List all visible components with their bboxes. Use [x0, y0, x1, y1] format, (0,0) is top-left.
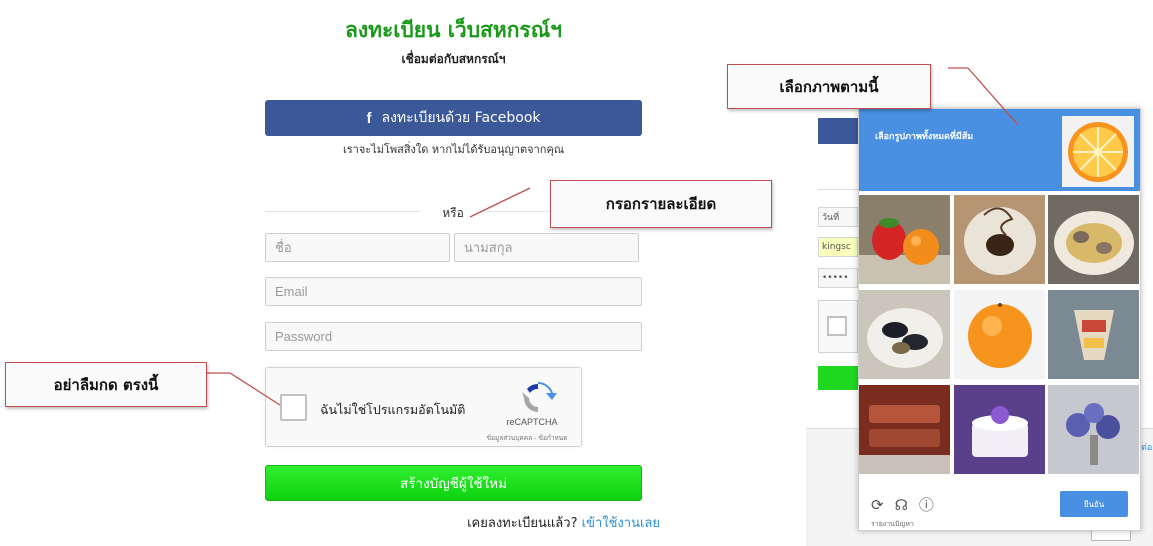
facebook-icon: f [366, 109, 372, 127]
page-title: ลงทะเบียน เว็บสหกรณ์ฯ [345, 18, 562, 42]
tile-strawberries-orange[interactable] [859, 195, 950, 284]
background-username-field: kingsc [818, 237, 858, 257]
facebook-privacy-note: เราจะไม่โพสสิ่งใด หากไม่ได้รับอนุญาตจากค… [342, 143, 565, 156]
last-name-input[interactable]: นามสกุล [454, 233, 639, 262]
orange-sample-image [1062, 116, 1134, 187]
tile-chocolate-dessert[interactable] [954, 195, 1045, 284]
callout-select-images: เลือกภาพตามนี้ [727, 64, 931, 109]
background-divider [818, 189, 858, 190]
background-recaptcha-checkbox [827, 316, 847, 336]
password-input[interactable]: Password [265, 322, 642, 351]
tile-clam-pasta[interactable] [1048, 195, 1139, 284]
tile-parfait-dessert[interactable] [1048, 290, 1139, 379]
email-input[interactable]: Email [265, 277, 642, 306]
tile-mussels-dish[interactable] [859, 290, 950, 379]
callout-press-here: อย่าลืมกด ตรงนี้ [5, 362, 207, 407]
info-icon[interactable]: ⓘ [919, 494, 934, 515]
recaptcha-widget: ฉันไม่ใช่โปรแกรมอัตโนมัติ reCAPTCHA ข้อม… [265, 367, 582, 447]
verify-button[interactable]: ยืนยัน [1060, 491, 1128, 517]
login-prompt-row: เคยลงทะเบียนแล้ว? เข้าใช้งานเลย [360, 512, 660, 533]
login-prompt-text: เคยลงทะเบียนแล้ว? [467, 516, 578, 531]
tile-grilled-meat[interactable] [859, 385, 950, 474]
challenge-toolbar: ⟳ ☊ ⓘ [871, 494, 934, 515]
first-name-input[interactable]: ชื่อ [265, 233, 450, 262]
tile-orange[interactable] [954, 290, 1045, 379]
background-date-field: วันที่ [818, 207, 858, 227]
recaptcha-brand: reCAPTCHA [506, 417, 558, 427]
background-recaptcha [818, 300, 858, 353]
background-facebook-button [818, 118, 858, 144]
recaptcha-privacy-links[interactable]: ข้อมูลส่วนบุคคล - ข้อกำหนด [472, 433, 582, 443]
background-edge-text: ต่อ [1141, 443, 1153, 453]
recaptcha-checkbox[interactable] [280, 394, 307, 421]
create-account-button[interactable]: สร้างบัญชีผู้ใช้ใหม่ [265, 465, 642, 501]
facebook-register-label: ลงทะเบียนด้วย Facebook [381, 110, 541, 126]
or-label: หรือ [420, 204, 486, 223]
recaptcha-image-challenge: เลือกรูปภาพทั้งหมดที่มีส้ม ⟳ ☊ ⓘ รายงานป… [858, 108, 1141, 531]
tile-flower-centerpiece[interactable] [1048, 385, 1139, 474]
challenge-instruction: เลือกรูปภาพทั้งหมดที่มีส้ม [875, 132, 974, 142]
challenge-header: เลือกรูปภาพทั้งหมดที่มีส้ม [859, 109, 1140, 191]
facebook-register-button[interactable]: f ลงทะเบียนด้วย Facebook [265, 100, 642, 136]
background-password-field: ••••• [818, 268, 858, 288]
challenge-image-grid [859, 195, 1140, 474]
tile-purple-cake[interactable] [954, 385, 1045, 474]
report-problem-link[interactable]: รายงานปัญหา [871, 519, 914, 530]
headphones-icon[interactable]: ☊ [895, 496, 908, 514]
recaptcha-label: ฉันไม่ใช่โปรแกรมอัตโนมัติ [320, 402, 466, 417]
page-subtitle: เชื่อมต่อกับสหกรณ์ฯ [401, 52, 506, 66]
reload-icon[interactable]: ⟳ [871, 496, 884, 514]
callout-fill-details: กรอกรายละเอียด [550, 180, 772, 228]
recaptcha-logo-icon [522, 382, 557, 412]
background-submit-button [818, 366, 858, 390]
login-link[interactable]: เข้าใช้งานเลย [582, 516, 660, 531]
